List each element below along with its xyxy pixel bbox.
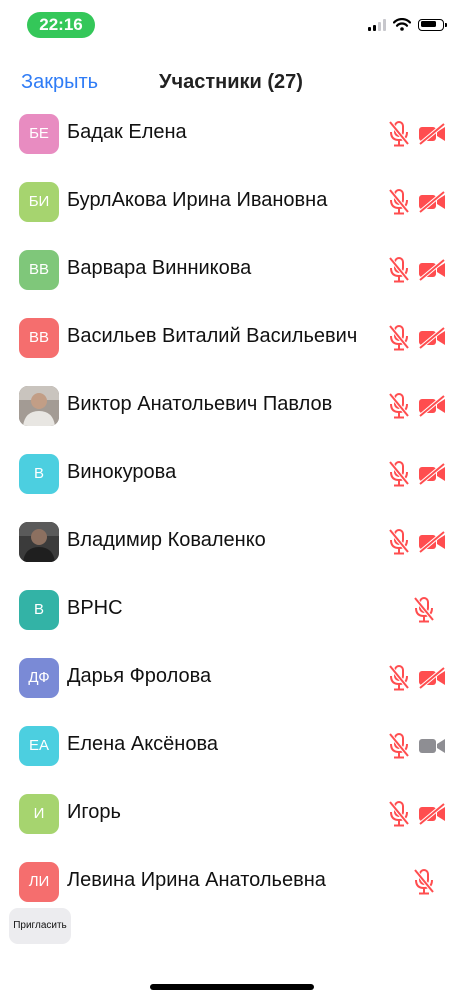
mic-muted-icon xyxy=(413,868,435,896)
avatar xyxy=(19,386,59,426)
avatar: ЕА xyxy=(19,726,59,766)
battery-icon xyxy=(418,18,447,31)
camera-off-icon xyxy=(418,326,446,350)
participant-name: Елена Аксёнова xyxy=(67,733,218,755)
nav-bar: Закрыть Участники (27) xyxy=(0,66,462,100)
home-indicator xyxy=(150,984,314,990)
participant-name: Левина Ирина Анатольевна xyxy=(67,869,326,891)
avatar: В xyxy=(19,454,59,494)
participant-name: Винокурова xyxy=(67,461,177,483)
participant-row[interactable]: ВВ Васильев Виталий Васильевич xyxy=(0,304,462,372)
participant-name: Васильев Виталий Васильевич xyxy=(67,325,358,347)
camera-off-icon xyxy=(418,462,446,486)
mic-muted-icon xyxy=(388,324,410,352)
avatar: ДФ xyxy=(19,658,59,698)
avatar: В xyxy=(19,590,59,630)
participant-name: ВРНС xyxy=(67,597,123,619)
participant-row[interactable]: ЛИ Левина Ирина Анатольевна xyxy=(0,848,462,916)
avatar: ЛИ xyxy=(19,862,59,902)
participant-name: Варвара Винникова xyxy=(67,257,252,279)
participant-list: БЕ Бадак Елена БИ БурлАкова Ирина Ивановна В… xyxy=(0,100,462,916)
participant-row[interactable]: ЕА Елена Аксёнова xyxy=(0,712,462,780)
participant-name: Бадак Елена xyxy=(67,121,187,143)
participant-name: Виктор Анатольевич Павлов xyxy=(67,393,333,415)
wifi-icon xyxy=(393,18,411,31)
camera-off-icon xyxy=(418,530,446,554)
avatar: И xyxy=(19,794,59,834)
avatar: ВВ xyxy=(19,318,59,358)
participant-row[interactable]: В ВРНС xyxy=(0,576,462,644)
avatar: БИ xyxy=(19,182,59,222)
participant-row[interactable]: БИ БурлАкова Ирина Ивановна xyxy=(0,168,462,236)
mic-muted-icon xyxy=(388,188,410,216)
mic-muted-icon xyxy=(388,732,410,760)
camera-off-icon xyxy=(418,122,446,146)
mic-muted-icon xyxy=(388,528,410,556)
page-title: Участники (27) xyxy=(159,71,303,93)
mic-muted-icon xyxy=(388,392,410,420)
participant-row[interactable]: Виктор Анатольевич Павлов xyxy=(0,372,462,440)
mic-muted-icon xyxy=(413,596,435,624)
avatar: ВВ xyxy=(19,250,59,290)
avatar: БЕ xyxy=(19,114,59,154)
participant-row[interactable]: И Игорь xyxy=(0,780,462,848)
avatar xyxy=(19,522,59,562)
status-time: 22:16 xyxy=(27,12,95,38)
status-bar: 22:16 xyxy=(0,0,462,50)
participant-name: Дарья Фролова xyxy=(67,665,212,687)
mic-muted-icon xyxy=(388,460,410,488)
mic-muted-icon xyxy=(388,664,410,692)
participant-row[interactable]: ВВ Варвара Винникова xyxy=(0,236,462,304)
participant-name: Владимир Коваленко xyxy=(67,529,266,551)
camera-off-icon xyxy=(418,258,446,282)
camera-off-icon xyxy=(418,394,446,418)
mic-muted-icon xyxy=(388,120,410,148)
participant-name: БурлАкова Ирина Ивановна xyxy=(67,189,328,211)
invite-button[interactable]: Пригласить xyxy=(9,908,71,944)
participant-row[interactable]: В Винокурова xyxy=(0,440,462,508)
cellular-signal-icon xyxy=(368,18,386,31)
participant-row[interactable]: Владимир Коваленко xyxy=(0,508,462,576)
participant-row[interactable]: ДФ Дарья Фролова xyxy=(0,644,462,712)
participant-name: Игорь xyxy=(67,801,121,823)
camera-icon xyxy=(418,735,446,757)
mic-muted-icon xyxy=(388,256,410,284)
participant-row[interactable]: БЕ Бадак Елена xyxy=(0,100,462,168)
camera-off-icon xyxy=(418,190,446,214)
mic-muted-icon xyxy=(388,800,410,828)
camera-off-icon xyxy=(418,666,446,690)
system-icons xyxy=(368,18,447,31)
camera-off-icon xyxy=(418,802,446,826)
